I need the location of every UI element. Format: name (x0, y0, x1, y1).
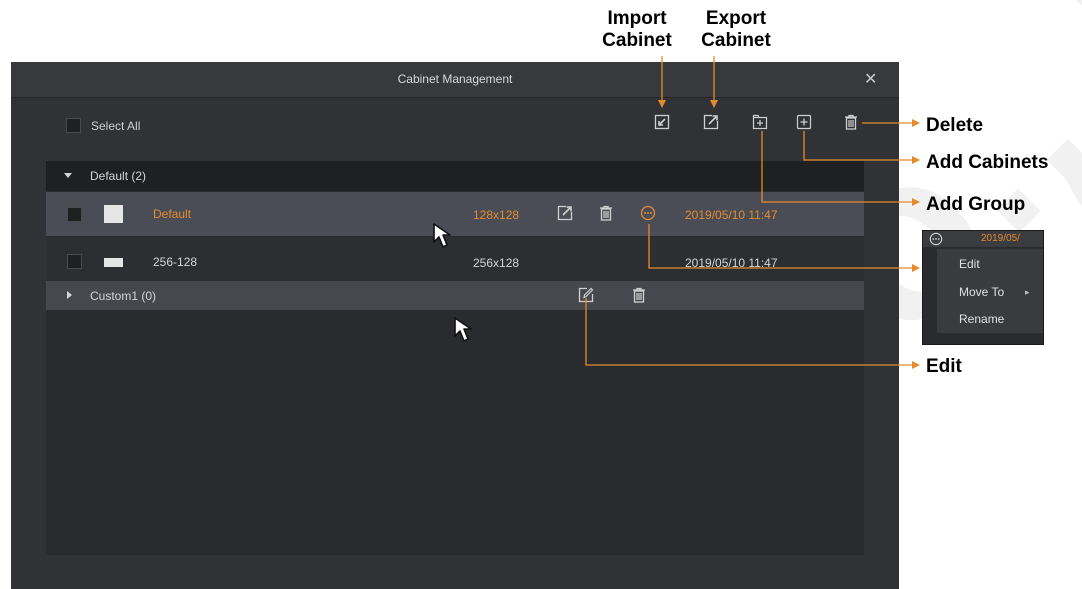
submenu-arrow-icon: ▸ (1025, 287, 1030, 297)
menu-item-rename[interactable]: Rename (959, 312, 1004, 326)
annotation-export-cabinet: Export Cabinet (701, 8, 771, 51)
mouse-cursor-icon (453, 316, 481, 351)
group-name: Default (2) (90, 169, 147, 183)
group-header-custom1[interactable]: Custom1 (0) (46, 281, 864, 310)
annotation-edit: Edit (926, 356, 962, 377)
add-cabinet-icon[interactable] (796, 114, 812, 130)
group-header-default[interactable]: Default (2) (46, 161, 864, 191)
mouse-cursor-icon (432, 222, 460, 257)
import-icon[interactable] (654, 114, 670, 130)
group-name: Custom1 (0) (90, 289, 157, 303)
add-group-icon[interactable] (752, 114, 768, 130)
row-checkbox[interactable] (67, 254, 82, 269)
row-checkbox[interactable] (67, 207, 82, 222)
collapse-arrow-icon[interactable] (67, 291, 72, 299)
export-icon[interactable] (557, 205, 573, 221)
cabinet-thumbnail (104, 258, 123, 267)
popup-header-row: 2019/05/ (923, 231, 1043, 247)
dialog-title: Cabinet Management (397, 72, 513, 86)
context-menu: Edit Move To ▸ Rename (937, 249, 1043, 333)
export-icon[interactable] (703, 114, 719, 130)
edit-icon[interactable] (578, 287, 594, 303)
cabinet-date: 2019/05/10 11:47 (685, 208, 778, 222)
context-menu-popup: 2019/05/ Edit Move To ▸ Rename (922, 230, 1044, 345)
trash-icon[interactable] (598, 205, 614, 221)
annotation-delete: Delete (926, 115, 984, 136)
trash-icon[interactable] (631, 287, 647, 303)
close-icon[interactable]: ✕ (864, 69, 877, 89)
more-options-icon (929, 232, 943, 246)
cabinet-name: 256-128 (153, 255, 198, 269)
annotation-add-group: Add Group (926, 194, 1026, 215)
annotation-import-cabinet: Import Cabinet (602, 8, 672, 51)
popup-date: 2019/05/ (981, 233, 1020, 244)
title-bar: Cabinet Management ✕ (11, 62, 899, 98)
expand-arrow-icon[interactable] (64, 173, 72, 178)
trash-icon[interactable] (843, 114, 859, 130)
cabinet-date: 2019/05/10 11:47 (685, 256, 778, 270)
select-all-checkbox[interactable] (66, 118, 81, 133)
more-options-icon[interactable] (640, 205, 656, 221)
select-all-label: Select All (91, 119, 141, 133)
menu-item-move-to[interactable]: Move To (959, 285, 1004, 299)
annotation-add-cabinets: Add Cabinets (926, 152, 1049, 173)
cabinet-size: 256x128 (473, 256, 520, 270)
cabinet-size: 128x128 (473, 208, 520, 222)
cabinet-name: Default (153, 207, 192, 221)
cabinet-list-panel: Default (2) Default 128x128 2019/05/10 1… (46, 161, 864, 555)
cabinet-thumbnail (104, 205, 123, 223)
menu-item-edit[interactable]: Edit (959, 257, 980, 271)
